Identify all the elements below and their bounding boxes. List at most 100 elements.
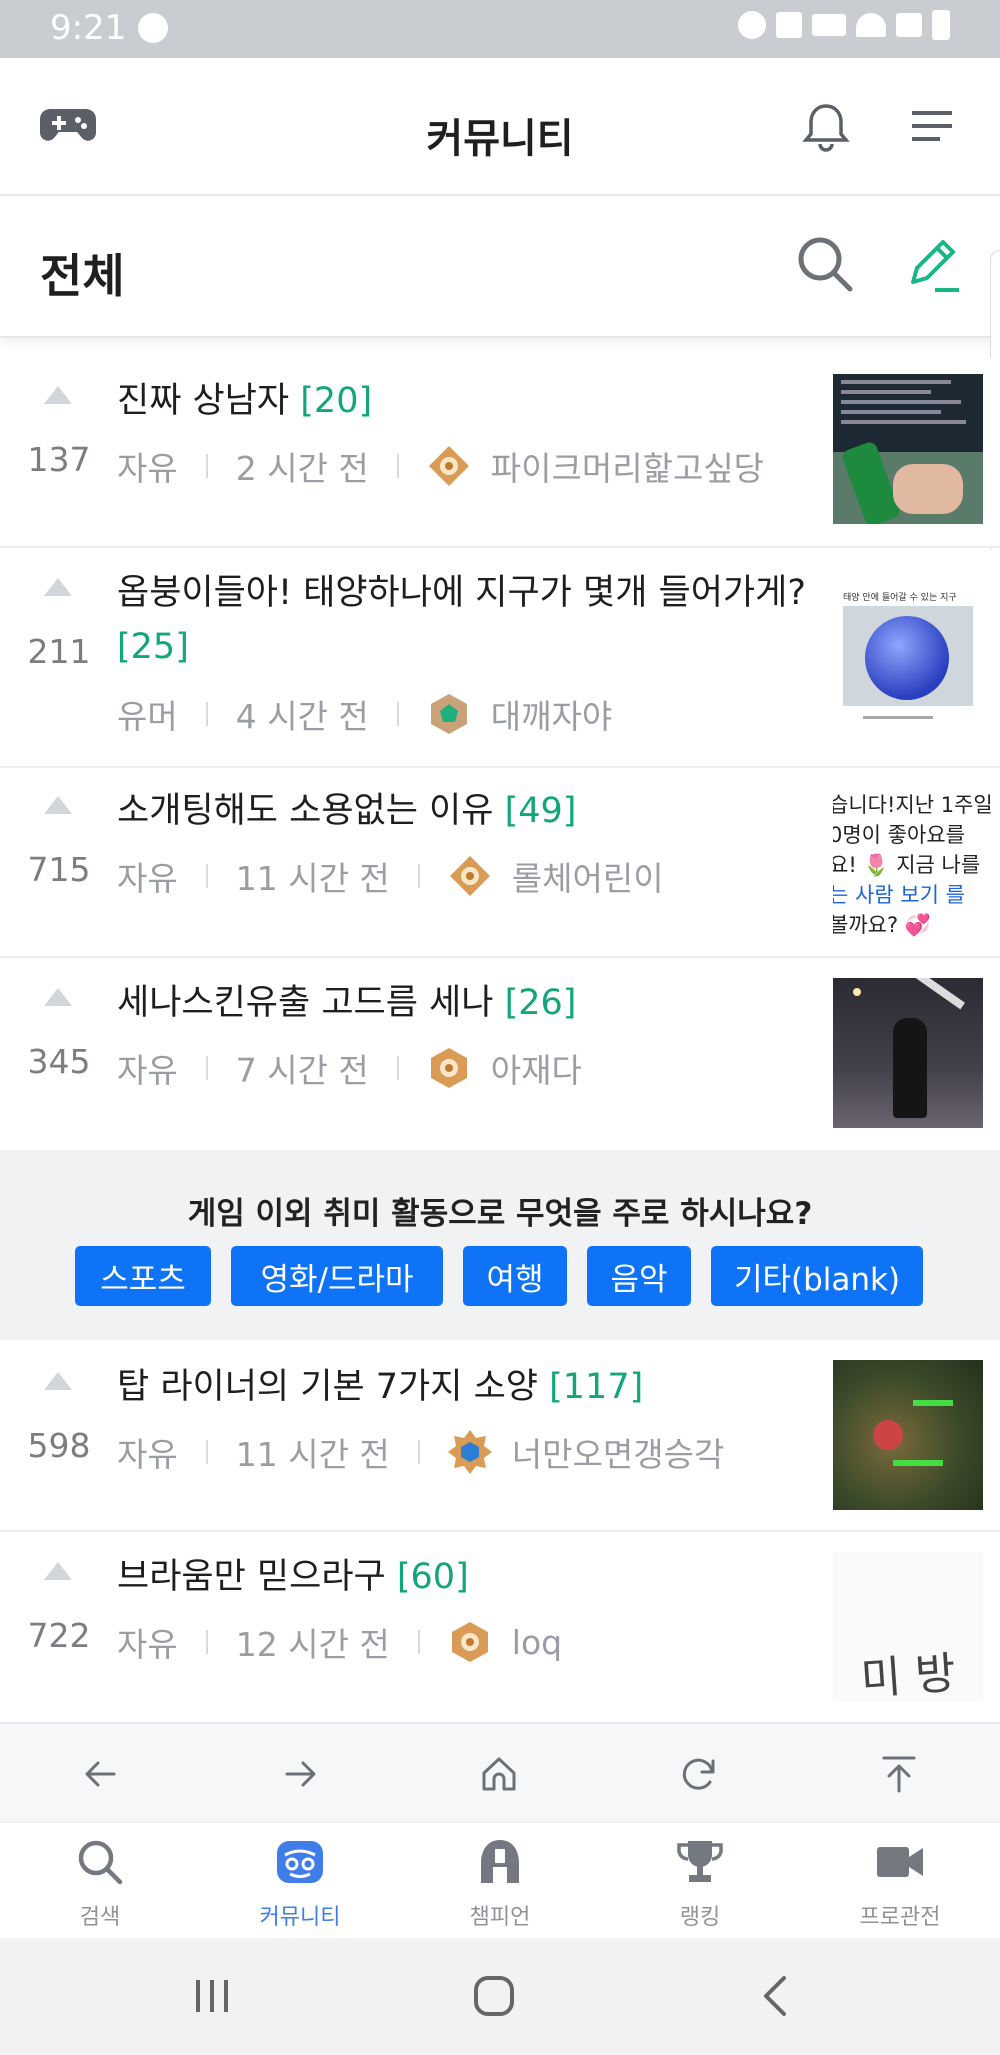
- post-title[interactable]: 탑 라이너의 기본 7가지 소양 [117]: [117, 1360, 643, 1414]
- rank-badge-icon: [430, 694, 467, 734]
- post-title[interactable]: 세나스킨유출 고드름 세나 [26]: [117, 976, 576, 1030]
- post-time: 11 시간 전: [235, 1435, 390, 1474]
- post-author[interactable]: 대깨자야: [491, 690, 612, 738]
- video-camera-icon: [877, 1847, 923, 1877]
- bottom-nav: 검색 커뮤니티 챔피언 랭킹 프로관전: [0, 1822, 1000, 1938]
- divider: [205, 454, 208, 478]
- poll-option-travel[interactable]: 여행: [463, 1246, 567, 1306]
- nav-item-community[interactable]: 커뮤니티: [230, 1837, 370, 1931]
- upvote-icon[interactable]: [44, 796, 72, 814]
- post-title[interactable]: 진짜 상남자 [20]: [117, 374, 372, 428]
- post-author[interactable]: loq: [512, 1623, 562, 1662]
- upvote-icon[interactable]: [44, 578, 72, 596]
- post-title[interactable]: 옵붕이들아! 태양하나에 지구가 몇개 들어가게? [25]: [117, 566, 817, 674]
- poll-options: 스포츠 영화/드라마 여행 음악 기타(blank): [75, 1246, 923, 1306]
- poll-option-music[interactable]: 음악: [587, 1246, 691, 1306]
- status-icons: [738, 10, 950, 40]
- post-item[interactable]: 598 탑 라이너의 기본 7가지 소양 [117] 자유 11 시간 전 너만…: [0, 1340, 1000, 1532]
- post-title[interactable]: 브라움만 믿으라구 [60]: [117, 1550, 469, 1604]
- menu-icon[interactable]: [910, 108, 954, 144]
- post-item[interactable]: 137 진짜 상남자 [20] 자유 2 시간 전 파이크머리핥고싶당: [0, 358, 1000, 548]
- thumbnail-text-line: 요! 🌷 지금 나를: [833, 853, 981, 877]
- upvote-icon[interactable]: [44, 1562, 72, 1580]
- vote-count: 345: [27, 1042, 91, 1081]
- vote-count: 598: [27, 1426, 91, 1465]
- post-item[interactable]: 722 브라움만 믿으라구 [60] 자유 12 시간 전 loq 미 방: [0, 1534, 1000, 1722]
- post-item[interactable]: 345 세나스킨유출 고드름 세나 [26] 자유 7 시간 전 아재다: [0, 960, 1000, 1150]
- trophy-icon: [677, 1841, 723, 1882]
- post-category: 자유: [117, 1051, 178, 1090]
- app-title: 커뮤니티: [426, 116, 574, 162]
- post-category: 자유: [117, 449, 178, 488]
- upvote-icon[interactable]: [44, 386, 72, 404]
- recent-apps-icon[interactable]: [190, 1976, 234, 2016]
- divider: [396, 702, 399, 726]
- scroll-top-icon[interactable]: [874, 1749, 924, 1799]
- home-button-icon[interactable]: [472, 1974, 516, 2018]
- post-author[interactable]: 파이크머리핥고싶당: [491, 442, 764, 490]
- comment-count: [25]: [117, 627, 189, 667]
- post-time: 4 시간 전: [235, 697, 369, 736]
- poll-option-sports[interactable]: 스포츠: [75, 1246, 211, 1306]
- post-category: 자유: [117, 1625, 178, 1664]
- post-author[interactable]: 롤체어린이: [512, 852, 664, 900]
- forward-arrow-icon[interactable]: [275, 1749, 325, 1799]
- post-meta: 자유 11 시간 전 너만오면갱승각: [117, 1428, 724, 1476]
- nav-item-ranking[interactable]: 랭킹: [630, 1837, 770, 1931]
- post-meta: 유머 4 시간 전 대깨자야: [117, 690, 612, 738]
- post-thumbnail[interactable]: 미 방: [833, 1552, 983, 1702]
- rank-badge-icon: [449, 856, 490, 896]
- vote-count: 715: [27, 850, 91, 889]
- rank-badge-icon: [451, 1622, 488, 1662]
- post-thumbnail[interactable]: 습니다!지난 1주일 0명이 좋아요를 요! 🌷 지금 나를 는 사람 보기 를…: [833, 790, 1000, 940]
- post-item[interactable]: 211 옵붕이들아! 태양하나에 지구가 몇개 들어가게? [25] 유머 4 …: [0, 550, 1000, 768]
- post-meta: 자유 11 시간 전 롤체어린이: [117, 852, 664, 900]
- poll-option-other[interactable]: 기타(blank): [711, 1246, 923, 1306]
- wifi-icon: [856, 13, 886, 37]
- mute-icon: [776, 12, 802, 38]
- bell-icon[interactable]: [802, 102, 850, 152]
- search-icon[interactable]: [795, 234, 855, 294]
- helmet-icon: [481, 1840, 519, 1883]
- upvote-icon[interactable]: [44, 988, 72, 1006]
- nav-item-pro-matches[interactable]: 프로관전: [830, 1837, 970, 1931]
- upvote-icon[interactable]: [44, 1372, 72, 1390]
- nav-item-champion[interactable]: 챔피언: [430, 1837, 570, 1931]
- post-time: 7 시간 전: [235, 1051, 369, 1090]
- home-icon[interactable]: [474, 1749, 524, 1799]
- post-thumbnail[interactable]: [833, 374, 983, 524]
- divider: [205, 1440, 208, 1464]
- nav-label: 커뮤니티: [259, 1905, 341, 1930]
- nav-label: 챔피언: [469, 1905, 531, 1930]
- messenger-icon: [138, 13, 168, 43]
- post-time: 12 시간 전: [235, 1625, 390, 1664]
- thumbnail-caption: 태양 안에 들어갈 수 있는 지구: [843, 593, 957, 603]
- poll-option-movie-drama[interactable]: 영화/드라마: [231, 1246, 443, 1306]
- post-title-text: 탑 라이너의 기본 7가지 소양: [117, 1367, 538, 1407]
- post-author[interactable]: 아재다: [491, 1044, 582, 1092]
- post-title-text: 소개팅해도 소용없는 이유: [117, 791, 494, 831]
- post-thumbnail[interactable]: [833, 978, 983, 1128]
- post-author[interactable]: 너만오면갱승각: [512, 1428, 725, 1476]
- refresh-icon[interactable]: [674, 1749, 724, 1799]
- nav-label: 검색: [79, 1905, 121, 1930]
- post-thumbnail[interactable]: [833, 1360, 983, 1510]
- search-icon: [78, 1840, 123, 1885]
- comment-count: [20]: [300, 381, 373, 421]
- section-header: 전체: [0, 198, 1000, 338]
- poll-banner: 게임 이외 취미 활동으로 무엇을 주로 하시나요? 스포츠 영화/드라마 여행…: [0, 1150, 1000, 1340]
- nav-label: 랭킹: [679, 1905, 721, 1930]
- post-thumbnail[interactable]: 태양 안에 들어갈 수 있는 지구: [833, 584, 983, 734]
- post-title-text: 진짜 상남자: [117, 381, 290, 421]
- post-title[interactable]: 소개팅해도 소용없는 이유 [49]: [117, 784, 576, 838]
- hd-icon: [812, 14, 846, 36]
- status-bar: 9:21: [0, 0, 1000, 58]
- post-item[interactable]: 715 소개팅해도 소용없는 이유 [49] 자유 11 시간 전 롤체어린이 …: [0, 770, 1000, 958]
- post-meta: 자유 2 시간 전 파이크머리핥고싶당: [117, 442, 764, 490]
- thumbnail-text-line: 0명이 좋아요를: [833, 823, 965, 847]
- back-arrow-icon[interactable]: [76, 1749, 126, 1799]
- back-button-icon[interactable]: [758, 1974, 794, 2018]
- write-pencil-icon[interactable]: [905, 238, 961, 294]
- nav-item-search[interactable]: 검색: [30, 1837, 170, 1931]
- thumbnail-handwriting: 미 방: [859, 1647, 958, 1702]
